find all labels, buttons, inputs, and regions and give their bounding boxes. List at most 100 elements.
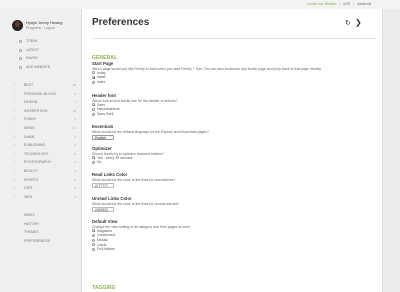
- sidebar-category-gifs[interactable]: › GIFS 2: [0, 184, 82, 193]
- chevron-right-icon[interactable]: ›: [14, 107, 15, 116]
- radio-button[interactable]: [92, 112, 95, 116]
- pref-description: What should be the color of the links fo…: [92, 201, 180, 206]
- android-link[interactable]: Android: [357, 1, 371, 6]
- radio-button[interactable]: [92, 71, 95, 75]
- user-meta[interactable]: Programs · Logout: [26, 26, 55, 30]
- sidebar-category-photography[interactable]: › PHOTOGRAPHY 4: [0, 158, 82, 167]
- radio-button[interactable]: [92, 243, 95, 247]
- radio-button[interactable]: [92, 80, 95, 84]
- sidebar-category-news[interactable]: › NEWS 11: [0, 124, 82, 133]
- sidebar-item-label: INDEX: [24, 213, 35, 217]
- chevron-right-icon[interactable]: ›: [14, 115, 15, 124]
- radio-option[interactable]: index: [92, 80, 377, 85]
- radio-button[interactable]: [92, 107, 95, 111]
- sidebar-item-add-website[interactable]: ADD WEBSITE: [0, 63, 82, 72]
- pref-label: Optimizer: [92, 146, 112, 151]
- pref-essentials: Essentials What should be the default la…: [92, 124, 377, 141]
- option-label: HelveticaNeue: [97, 107, 120, 112]
- category-label: TECHNOLOGY: [24, 151, 49, 156]
- user-profile[interactable]: Hyojin Jenny Hwang Programs · Logout: [12, 19, 78, 33]
- sidebar-item-preferences[interactable]: PREFERENCES: [0, 237, 82, 246]
- sidebar-category-web[interactable]: › WEB 9: [0, 193, 82, 202]
- chevron-right-icon[interactable]: ›: [14, 124, 15, 133]
- chevron-right-icon[interactable]: ›: [14, 176, 15, 185]
- option-label: Yes - every 30 minutes: [97, 155, 133, 160]
- pref-label: Start Page: [92, 61, 114, 66]
- category-label: FUNNY: [24, 117, 37, 122]
- bookmark-icon: [19, 57, 22, 61]
- radio-button[interactable]: [92, 247, 95, 251]
- main-content: Preferences ↻ ❯ GENERAL Start Page Which…: [82, 9, 382, 292]
- sidebar-item-today[interactable]: TODAY: [0, 37, 82, 46]
- option-label: No: [97, 160, 102, 165]
- sidebar-category-interesting[interactable]: › INTERESTING 10: [0, 107, 82, 116]
- radio-button-selected[interactable]: [92, 229, 95, 233]
- chevron-right-icon[interactable]: ›: [14, 150, 15, 159]
- sidebar-item-history[interactable]: HISTORY: [0, 220, 82, 229]
- avatar[interactable]: [12, 20, 23, 31]
- category-count: 11: [72, 125, 76, 130]
- sidebar-item-latest[interactable]: LATEST: [0, 46, 82, 55]
- category-count: 8: [74, 151, 76, 156]
- sidebar-category-technology[interactable]: › TECHNOLOGY 8: [0, 150, 82, 159]
- pref-read-links-color: Read Links Color What should be the colo…: [92, 172, 377, 189]
- sidebar-category-personal-blogs[interactable]: › PERSONAL BLOGS 5: [0, 90, 82, 99]
- chevron-right-icon[interactable]: ›: [14, 167, 15, 176]
- sidebar-category-sports[interactable]: › SPORTS 5: [0, 176, 82, 185]
- pref-label: Essentials: [92, 124, 114, 129]
- radio-option[interactable]: Sans-Serif: [92, 112, 377, 117]
- radio-option[interactable]: No: [92, 160, 377, 165]
- read-color-input[interactable]: #777777: [92, 183, 114, 189]
- sidebar-category-design[interactable]: › DESIGN 7: [0, 98, 82, 107]
- radio-button-selected[interactable]: [92, 103, 95, 107]
- sidebar-category-funny[interactable]: › FUNNY 3: [0, 115, 82, 124]
- refresh-icon[interactable]: ↻: [345, 19, 351, 27]
- sidebar-item-saved[interactable]: SAVED: [0, 54, 82, 63]
- chevron-right-icon[interactable]: ›: [14, 98, 15, 107]
- radio-button-selected[interactable]: [92, 156, 95, 160]
- chevron-right-icon[interactable]: ›: [14, 141, 15, 150]
- chevron-right-icon[interactable]: ›: [14, 81, 15, 90]
- radio-option[interactable]: Full Articles: [92, 247, 377, 252]
- chevron-right-icon[interactable]: ›: [14, 90, 15, 99]
- top-bar: Looks for Mobile | iOS | Android: [0, 0, 400, 9]
- pref-optimizer: Optimizer Should feedly try to optimize …: [92, 146, 377, 165]
- looks-for-mobile-link[interactable]: Looks for Mobile: [307, 1, 336, 6]
- category-label: WEB: [24, 194, 32, 199]
- sidebar-item-label: LATEST: [26, 47, 39, 52]
- sidebar-item-themes[interactable]: THEMES: [0, 228, 82, 237]
- chevron-right-icon[interactable]: ›: [14, 193, 15, 202]
- scrollbar[interactable]: [382, 9, 400, 292]
- ios-link[interactable]: iOS: [343, 1, 350, 6]
- sidebar-category-beauty[interactable]: › BEAUTY 3: [0, 167, 82, 176]
- language-select[interactable]: English: [92, 135, 114, 141]
- category-count: 20: [72, 83, 76, 87]
- sidebar-category-best[interactable]: › BEST 20: [0, 81, 82, 90]
- option-label: Magazine: [97, 228, 113, 233]
- unread-color-input[interactable]: #333333: [92, 207, 114, 213]
- pref-default-view: Default View Change the view setting of …: [92, 219, 377, 252]
- sidebar-item-label: THEMES: [24, 230, 39, 235]
- radio-button-selected[interactable]: [92, 75, 95, 79]
- sidebar-category-damn[interactable]: › DAMN 2: [0, 133, 82, 142]
- category-count: 3: [74, 168, 76, 173]
- next-arrow-icon[interactable]: ❯: [355, 18, 362, 27]
- category-label: BEAUTY: [24, 168, 39, 173]
- radio-button[interactable]: [92, 233, 95, 237]
- plus-icon: [19, 65, 22, 69]
- radio-button[interactable]: [92, 238, 95, 242]
- category-count: 10: [72, 108, 76, 113]
- category-label: DESIGN: [24, 100, 38, 105]
- sidebar-item-label: ADD WEBSITE: [26, 64, 51, 69]
- sidebar-category-publishing[interactable]: › PUBLISHING 6: [0, 141, 82, 150]
- chevron-right-icon[interactable]: ›: [14, 133, 15, 142]
- radio-button[interactable]: [92, 160, 95, 164]
- chevron-right-icon[interactable]: ›: [14, 158, 15, 167]
- sidebar-item-index[interactable]: INDEX: [0, 211, 82, 220]
- category-label: GIFS: [24, 186, 33, 191]
- chevron-right-icon[interactable]: ›: [14, 184, 15, 193]
- option-label: Condensed: [97, 233, 115, 238]
- user-name: Hyojin Jenny Hwang: [26, 20, 63, 25]
- category-count: 9: [74, 194, 76, 199]
- category-count: 2: [74, 186, 76, 191]
